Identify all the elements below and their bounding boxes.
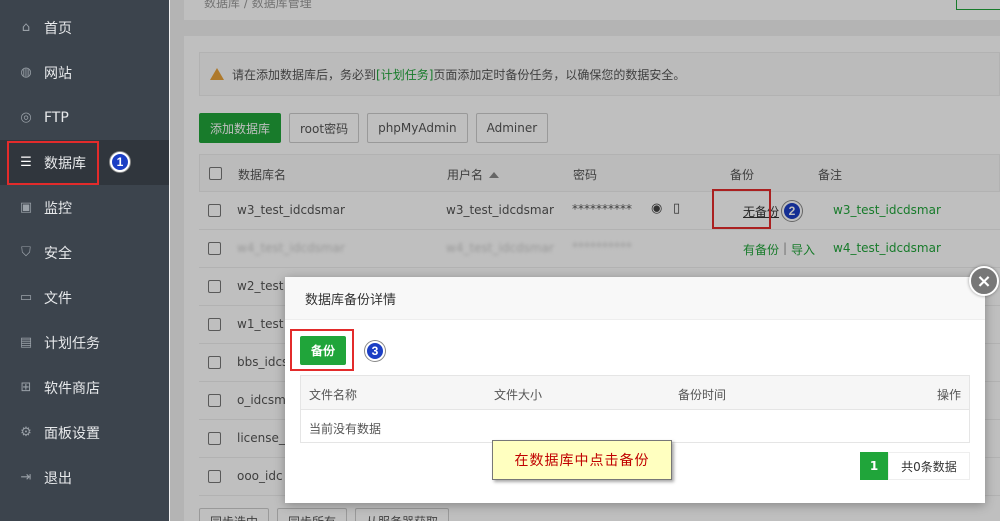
col-file-size: 文件大小 xyxy=(494,388,543,402)
dialog-title: 数据库备份详情 xyxy=(285,277,985,320)
col-file-name: 文件名称 xyxy=(309,388,358,402)
folder-icon: ▭ xyxy=(19,289,33,305)
col-actions: 操作 xyxy=(937,388,962,402)
backup-table-header: 文件名称 文件大小 备份时间 操作 xyxy=(301,376,969,410)
sidebar-item-database[interactable]: ☰ 数据库 xyxy=(0,140,169,185)
sidebar-item-website[interactable]: ◍ 网站 xyxy=(0,50,169,95)
sidebar-item-label: 首页 xyxy=(44,20,72,37)
schedule-icon: ▤ xyxy=(19,334,33,350)
store-icon: ⊞ xyxy=(20,379,32,395)
step-marker-1: 1 xyxy=(110,152,130,172)
close-icon[interactable]: × xyxy=(969,266,999,296)
sidebar-item-label: 网站 xyxy=(44,65,72,82)
sidebar-item-logout[interactable]: ⇥ 退出 xyxy=(0,455,169,500)
sidebar-item-security[interactable]: ⛉ 安全 xyxy=(0,230,169,275)
sidebar-item-label: 数据库 xyxy=(44,155,86,172)
sidebar-item-label: 文件 xyxy=(44,290,72,307)
instruction-callout: 在数据库中点击备份 xyxy=(492,440,672,480)
sidebar-item-ftp[interactable]: ◎ FTP xyxy=(0,95,169,140)
shield-icon: ⛉ xyxy=(21,244,31,260)
step-marker-3: 3 xyxy=(365,341,385,361)
empty-message: 当前没有数据 xyxy=(309,422,382,436)
sidebar-item-home[interactable]: ⌂ 首页 xyxy=(0,5,169,50)
sidebar-item-schedule[interactable]: ▤ 计划任务 xyxy=(0,320,169,365)
sidebar-item-label: 面板设置 xyxy=(44,425,100,442)
sidebar-item-label: 退出 xyxy=(44,470,72,487)
monitor-icon: ▣ xyxy=(19,199,33,215)
sidebar-item-label: 计划任务 xyxy=(44,335,100,352)
page-number[interactable]: 1 xyxy=(860,452,888,480)
sidebar-item-label: 软件商店 xyxy=(44,380,100,397)
ftp-icon: ◎ xyxy=(20,109,32,125)
settings-icon: ⚙ xyxy=(20,424,32,440)
sidebar-item-files[interactable]: ▭ 文件 xyxy=(0,275,169,320)
sidebar-item-store[interactable]: ⊞ 软件商店 xyxy=(0,365,169,410)
sidebar-item-label: FTP xyxy=(44,109,69,126)
sidebar-item-label: 监控 xyxy=(44,200,72,217)
total-count: 共0条数据 xyxy=(888,452,970,480)
sidebar-item-label: 安全 xyxy=(44,245,72,262)
globe-icon: ◍ xyxy=(20,64,32,80)
home-icon: ⌂ xyxy=(21,19,31,35)
sidebar-item-settings[interactable]: ⚙ 面板设置 xyxy=(0,410,169,455)
sidebar: ⌂ 首页 ◍ 网站 ◎ FTP ☰ 数据库 ▣ 监控 ⛉ 安全 ▭ 文件 ▤ 计… xyxy=(0,0,169,521)
backup-button[interactable]: 备份 xyxy=(300,336,346,365)
col-backup-time: 备份时间 xyxy=(678,388,727,402)
logout-icon: ⇥ xyxy=(20,469,32,485)
sidebar-item-monitor[interactable]: ▣ 监控 xyxy=(0,185,169,230)
backup-file-table: 文件名称 文件大小 备份时间 操作 当前没有数据 xyxy=(300,375,970,443)
database-icon: ☰ xyxy=(20,154,32,170)
